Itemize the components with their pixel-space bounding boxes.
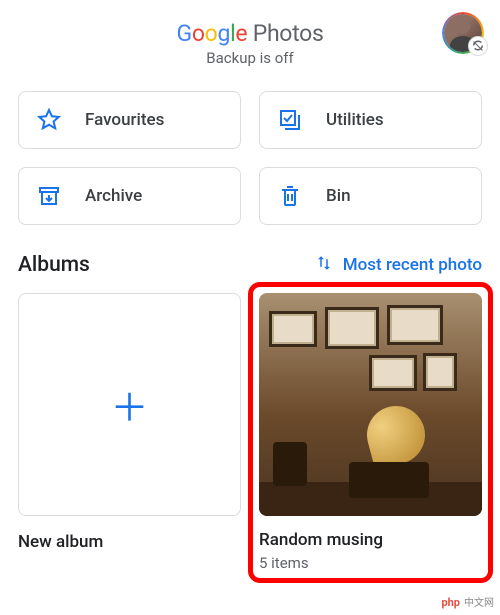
new-album-label: New album (18, 532, 241, 552)
app-header: Google Photos Backup is off (18, 0, 482, 81)
backup-status: Backup is off (176, 49, 323, 67)
utilities-tile[interactable]: Utilities (259, 91, 482, 149)
google-photos-logo: Google Photos (176, 20, 323, 47)
archive-label: Archive (85, 186, 142, 206)
plus-icon: ＋ (110, 377, 148, 432)
account-avatar[interactable] (444, 14, 482, 52)
album-highlight: Random musing 5 items (248, 282, 493, 583)
utilities-icon (278, 108, 302, 132)
favourites-label: Favourites (85, 110, 164, 130)
album-title: Random musing (259, 530, 482, 550)
bin-label: Bin (326, 186, 351, 206)
album-card[interactable]: Random musing 5 items (259, 293, 482, 572)
sort-label: Most recent photo (343, 255, 482, 275)
sort-button[interactable]: Most recent photo (315, 254, 482, 277)
sort-icon (315, 254, 333, 277)
bin-tile[interactable]: Bin (259, 167, 482, 225)
album-thumbnail (259, 293, 482, 516)
favourites-tile[interactable]: Favourites (18, 91, 241, 149)
albums-section-title: Albums (18, 253, 90, 277)
archive-icon (37, 184, 61, 208)
album-item-count: 5 items (259, 554, 482, 572)
utilities-label: Utilities (326, 110, 384, 130)
new-album-card[interactable]: ＋ New album (18, 293, 241, 572)
trash-icon (278, 184, 302, 208)
sync-off-badge-icon (468, 36, 488, 56)
archive-tile[interactable]: Archive (18, 167, 241, 225)
watermark: php中文网 (437, 594, 494, 609)
star-icon (37, 108, 61, 132)
